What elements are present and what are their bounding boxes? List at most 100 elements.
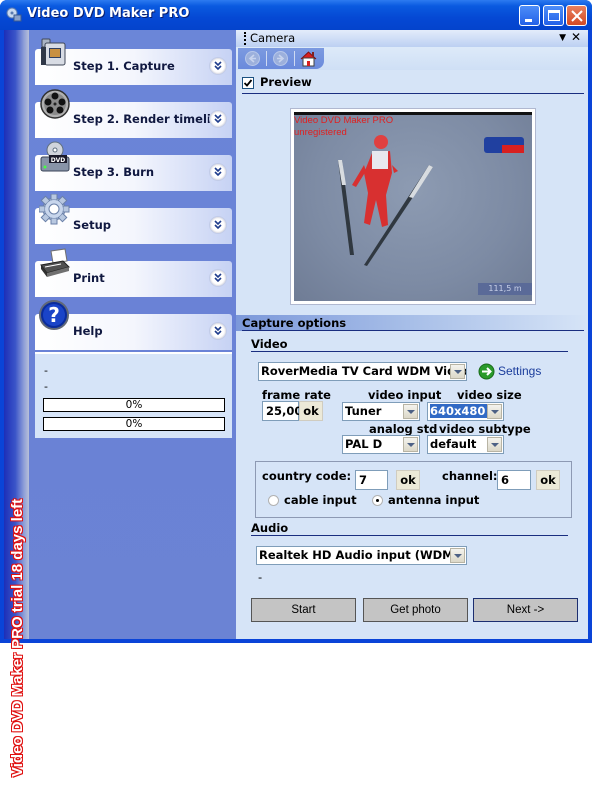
step-label: Print <box>73 271 105 285</box>
settings-link[interactable]: Settings <box>498 364 541 378</box>
analog-std-select[interactable]: PAL D <box>342 435 420 454</box>
video-size-select[interactable]: 640x480 <box>427 402 504 421</box>
chevron-down-icon[interactable] <box>450 364 465 379</box>
next-button[interactable]: Next -> <box>473 598 578 622</box>
selected-value: RoverMedia TV Card WDM Video ( <box>261 364 467 378</box>
close-button[interactable] <box>566 5 587 26</box>
minimize-button[interactable] <box>519 5 540 26</box>
chevron-double-down-icon <box>214 220 222 230</box>
expand-button[interactable] <box>209 110 227 128</box>
country-code-label: country code: <box>262 469 352 483</box>
sidebar-step-burn[interactable]: DVD Step 3. Burn <box>35 141 232 191</box>
country-code-input[interactable]: 7 <box>355 470 388 490</box>
get-photo-button[interactable]: Get photo <box>363 598 468 622</box>
video-input-select[interactable]: Tuner <box>342 402 420 421</box>
divider <box>251 351 568 352</box>
nav-toolbar <box>236 47 588 70</box>
chevron-down-icon[interactable] <box>450 548 465 563</box>
step-label: Step 3. Burn <box>73 165 154 179</box>
sidebar-step-print[interactable]: Print <box>35 248 232 297</box>
video-image: Video DVD Maker PRO unregistered 111,5 m <box>294 112 532 301</box>
antenna-input-label[interactable]: antenna input <box>388 493 479 507</box>
expand-button[interactable] <box>209 322 227 340</box>
analog-std-label: analog std <box>369 422 438 436</box>
sidebar-step-help[interactable]: ? Help <box>35 300 232 350</box>
chevron-down-icon[interactable] <box>487 437 502 452</box>
selected-value: 640x480 <box>430 404 488 418</box>
task-sidebar: Step 1. Capture Step 2. Render timeline <box>29 30 236 639</box>
film-reel-icon <box>40 89 70 119</box>
svg-text:DVD: DVD <box>51 157 66 164</box>
minimize-icon <box>525 19 532 22</box>
status-panel: - - 0% 0% <box>35 352 232 438</box>
sidebar-step-render[interactable]: Step 2. Render timeline <box>35 89 232 138</box>
cable-input-radio[interactable] <box>268 495 279 506</box>
expand-button[interactable] <box>209 216 227 234</box>
step-label: Help <box>73 324 103 338</box>
capture-options-header: Capture options <box>236 315 588 331</box>
step-label: Setup <box>73 218 111 232</box>
country-code-ok-button[interactable]: ok <box>396 470 420 490</box>
step-label: Step 2. Render timeline <box>73 112 227 126</box>
channel-ok-button[interactable]: ok <box>536 470 560 490</box>
video-subtype-select[interactable]: default <box>427 435 504 454</box>
back-icon[interactable] <box>244 50 261 67</box>
status-line-2: - <box>44 380 48 393</box>
preview-checkbox[interactable] <box>242 77 254 89</box>
window-frame-right <box>588 30 592 643</box>
separator <box>294 51 295 66</box>
channel-label: channel: <box>442 469 498 483</box>
chevron-down-icon[interactable] <box>403 404 418 419</box>
preview-label: Preview <box>260 75 312 89</box>
divider <box>242 93 584 94</box>
home-icon[interactable] <box>300 50 317 67</box>
panel-menu-dropdown-icon[interactable]: ▼ <box>559 33 566 43</box>
frame-rate-input[interactable]: 25,00 <box>262 401 302 421</box>
forward-icon[interactable] <box>272 50 289 67</box>
audio-device-select[interactable]: Realtek HD Audio input (WDM) <box>256 546 467 565</box>
nav-buttons <box>238 48 324 69</box>
audio-status: - <box>258 570 263 584</box>
chevron-double-down-icon <box>214 326 222 336</box>
expand-button[interactable] <box>209 163 227 181</box>
panel-header: Camera ▼ ✕ <box>236 30 588 47</box>
progress-bar-2: 0% <box>43 417 225 431</box>
expand-button[interactable] <box>209 57 227 75</box>
selected-value: Realtek HD Audio input (WDM) <box>259 548 459 562</box>
app-icon <box>6 7 22 22</box>
video-input-label: video input <box>368 388 442 402</box>
separator <box>266 51 267 66</box>
video-device-select[interactable]: RoverMedia TV Card WDM Video ( <box>258 362 467 381</box>
maximize-button[interactable] <box>543 5 564 26</box>
cable-input-label[interactable]: cable input <box>284 493 357 507</box>
settings-arrow-icon[interactable] <box>478 363 495 380</box>
window-frame-bottom <box>0 639 592 643</box>
audio-section-title: Audio <box>251 521 289 535</box>
expand-button[interactable] <box>209 269 227 287</box>
chevron-double-down-icon <box>214 61 222 71</box>
antenna-input-radio[interactable] <box>372 495 383 506</box>
chevron-double-down-icon <box>214 114 222 124</box>
panel-close-icon[interactable]: ✕ <box>571 30 581 44</box>
close-icon <box>571 10 583 22</box>
video-size-label: video size <box>457 388 522 402</box>
frame-rate-ok-button[interactable]: ok <box>299 401 323 421</box>
drag-grip[interactable] <box>244 32 246 45</box>
chevron-down-icon[interactable] <box>403 437 418 452</box>
panel-title: Camera <box>250 31 296 45</box>
printer-icon <box>40 248 70 277</box>
sidebar-step-setup[interactable]: Setup <box>35 194 232 244</box>
dvd-burner-icon: DVD <box>40 141 70 172</box>
sidebar-step-capture[interactable]: Step 1. Capture <box>35 38 232 85</box>
divider <box>251 535 568 536</box>
chevron-double-down-icon <box>214 273 222 283</box>
svg-text:?: ? <box>48 303 60 327</box>
selected-value: Tuner <box>345 404 382 418</box>
title-bar[interactable]: Video DVD Maker PRO <box>0 0 592 30</box>
help-icon: ? <box>39 300 69 330</box>
trial-banner: Video DVD Maker PRO trial 18 days left <box>4 30 29 777</box>
channel-input[interactable]: 6 <box>497 470 531 490</box>
status-line-1: - <box>44 364 48 377</box>
chevron-down-icon[interactable] <box>487 404 502 419</box>
start-button[interactable]: Start <box>251 598 356 622</box>
